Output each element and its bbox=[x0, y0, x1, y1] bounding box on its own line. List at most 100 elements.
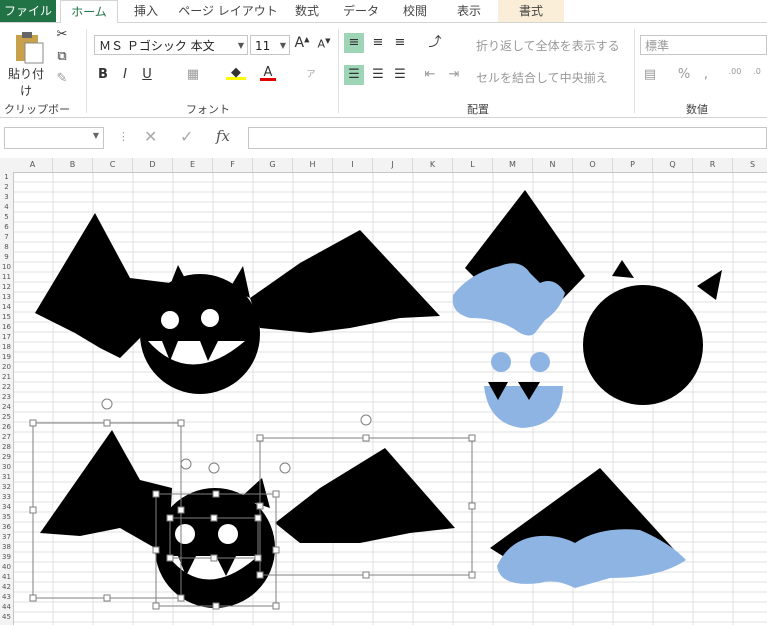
eye-part[interactable] bbox=[530, 352, 550, 372]
number-format-dropdown[interactable]: 標準 bbox=[640, 35, 767, 55]
resize-handle[interactable] bbox=[212, 490, 220, 498]
paste-button[interactable]: 貼り付け bbox=[4, 65, 48, 99]
border-icon[interactable]: ▦ bbox=[184, 67, 202, 82]
increase-font-icon[interactable]: A▲ bbox=[294, 35, 310, 51]
increase-indent-icon[interactable]: ⇥ bbox=[444, 65, 464, 85]
parts-exploded[interactable] bbox=[452, 190, 722, 428]
align-top-icon[interactable]: ≡ bbox=[344, 33, 364, 53]
resize-handle[interactable] bbox=[254, 514, 262, 522]
resize-handle[interactable] bbox=[256, 502, 264, 510]
cut-icon[interactable]: ✂ bbox=[52, 27, 72, 42]
resize-handle[interactable] bbox=[103, 594, 111, 602]
resize-handle[interactable] bbox=[166, 554, 174, 562]
formula-input[interactable] bbox=[248, 127, 767, 149]
tab-format[interactable]: 書式 bbox=[498, 0, 564, 22]
tab-file[interactable]: ファイル bbox=[0, 0, 56, 22]
insert-function-icon[interactable]: fx bbox=[216, 127, 230, 145]
tab-view[interactable]: 表示 bbox=[444, 0, 494, 22]
underline-button[interactable]: U bbox=[140, 67, 154, 82]
decrease-indent-icon[interactable]: ⇤ bbox=[420, 65, 440, 85]
tab-page-layout[interactable]: ページ レイアウト bbox=[176, 0, 280, 22]
align-left-icon[interactable]: ☰ bbox=[344, 65, 364, 85]
resize-handle[interactable] bbox=[256, 434, 264, 442]
bat-bottom-selected[interactable] bbox=[40, 430, 455, 608]
bat-top[interactable] bbox=[35, 213, 440, 394]
enter-icon[interactable]: ✓ bbox=[180, 127, 193, 146]
comma-icon[interactable]: , bbox=[700, 67, 712, 82]
resize-handle[interactable] bbox=[272, 546, 280, 554]
increase-decimal-icon[interactable]: .00 bbox=[726, 67, 744, 76]
wrap-text-button[interactable]: 折り返して全体を表示する bbox=[476, 37, 626, 54]
tab-data[interactable]: データ bbox=[336, 0, 386, 22]
rotate-handle-icon[interactable] bbox=[279, 462, 291, 474]
bat-right-wing[interactable] bbox=[250, 230, 440, 333]
align-center-icon[interactable]: ☰ bbox=[368, 65, 388, 85]
ear-part[interactable] bbox=[697, 270, 722, 300]
resize-handle[interactable] bbox=[254, 554, 262, 562]
bat-left-wing[interactable] bbox=[40, 430, 172, 548]
tab-review[interactable]: 校閲 bbox=[392, 0, 438, 22]
wing-shape-bottom-right[interactable] bbox=[490, 468, 686, 588]
fill-color-icon[interactable]: ◆ bbox=[226, 65, 246, 80]
rotate-handle-icon[interactable] bbox=[360, 414, 372, 426]
resize-handle[interactable] bbox=[29, 506, 37, 514]
tab-home[interactable]: ホーム bbox=[60, 0, 118, 24]
formula-options-icon[interactable]: ⋮ bbox=[118, 130, 129, 143]
decrease-decimal-icon[interactable]: .0 bbox=[748, 67, 766, 76]
rotate-handle-icon[interactable] bbox=[101, 398, 113, 410]
resize-handle[interactable] bbox=[272, 490, 280, 498]
phonetic-icon[interactable]: ア bbox=[304, 67, 318, 80]
bat-right-wing[interactable] bbox=[275, 448, 455, 543]
rotate-handle-icon[interactable] bbox=[180, 458, 192, 470]
align-right-icon[interactable]: ☰ bbox=[390, 65, 410, 85]
resize-handle[interactable] bbox=[212, 602, 220, 610]
resize-handle[interactable] bbox=[210, 554, 218, 562]
resize-handle[interactable] bbox=[177, 419, 185, 427]
orientation-icon[interactable]: ⤴ bbox=[424, 33, 446, 53]
resize-handle[interactable] bbox=[468, 502, 476, 510]
decrease-font-icon[interactable]: A▼ bbox=[316, 37, 332, 51]
resize-handle[interactable] bbox=[256, 571, 264, 579]
paste-icon[interactable] bbox=[10, 29, 46, 65]
cancel-icon[interactable]: ✕ bbox=[144, 127, 157, 146]
resize-handle[interactable] bbox=[29, 419, 37, 427]
align-bottom-icon[interactable]: ≡ bbox=[390, 33, 410, 53]
resize-handle[interactable] bbox=[468, 571, 476, 579]
resize-handle[interactable] bbox=[152, 490, 160, 498]
rotation-handles[interactable] bbox=[101, 398, 372, 474]
align-middle-icon[interactable]: ≡ bbox=[368, 33, 388, 53]
font-color-icon[interactable]: A bbox=[260, 65, 276, 81]
resize-handle[interactable] bbox=[210, 514, 218, 522]
resize-handle[interactable] bbox=[362, 571, 370, 579]
resize-handle[interactable] bbox=[272, 602, 280, 610]
merge-center-button[interactable]: セルを結合して中央揃え bbox=[476, 69, 626, 86]
resize-handle[interactable] bbox=[29, 594, 37, 602]
resize-handle[interactable] bbox=[103, 419, 111, 427]
bold-button[interactable]: B bbox=[96, 67, 110, 82]
font-size-dropdown[interactable]: 11 ▼ bbox=[250, 35, 290, 55]
tab-formulas[interactable]: 数式 bbox=[284, 0, 330, 22]
resize-handle[interactable] bbox=[177, 506, 185, 514]
head-part[interactable] bbox=[583, 285, 703, 405]
name-box[interactable]: ▼ bbox=[4, 127, 104, 149]
italic-button[interactable]: I bbox=[118, 67, 132, 82]
alignment-group-label: 配置 bbox=[467, 103, 489, 116]
eye-part[interactable] bbox=[491, 352, 511, 372]
resize-handle[interactable] bbox=[468, 434, 476, 442]
resize-handle[interactable] bbox=[177, 594, 185, 602]
percent-icon[interactable]: % bbox=[676, 67, 692, 82]
copy-icon[interactable]: ⧉ bbox=[52, 49, 72, 64]
resize-handle[interactable] bbox=[152, 546, 160, 554]
rotate-handle-icon[interactable] bbox=[208, 462, 220, 474]
format-painter-icon[interactable]: ✎ bbox=[52, 71, 72, 86]
resize-handle[interactable] bbox=[362, 434, 370, 442]
ear-part[interactable] bbox=[612, 260, 634, 278]
bat-left-eye bbox=[175, 524, 195, 544]
resize-handle[interactable] bbox=[152, 602, 160, 610]
bat-head[interactable] bbox=[140, 274, 260, 394]
tab-insert[interactable]: 挿入 bbox=[122, 0, 170, 22]
currency-icon[interactable]: ▤ bbox=[640, 67, 660, 82]
formula-bar: ▼ ⋮ ✕ ✓ fx bbox=[0, 118, 767, 159]
font-name-dropdown[interactable]: ＭＳ Ｐゴシック 本文 ▼ bbox=[94, 35, 248, 55]
resize-handle[interactable] bbox=[166, 514, 174, 522]
